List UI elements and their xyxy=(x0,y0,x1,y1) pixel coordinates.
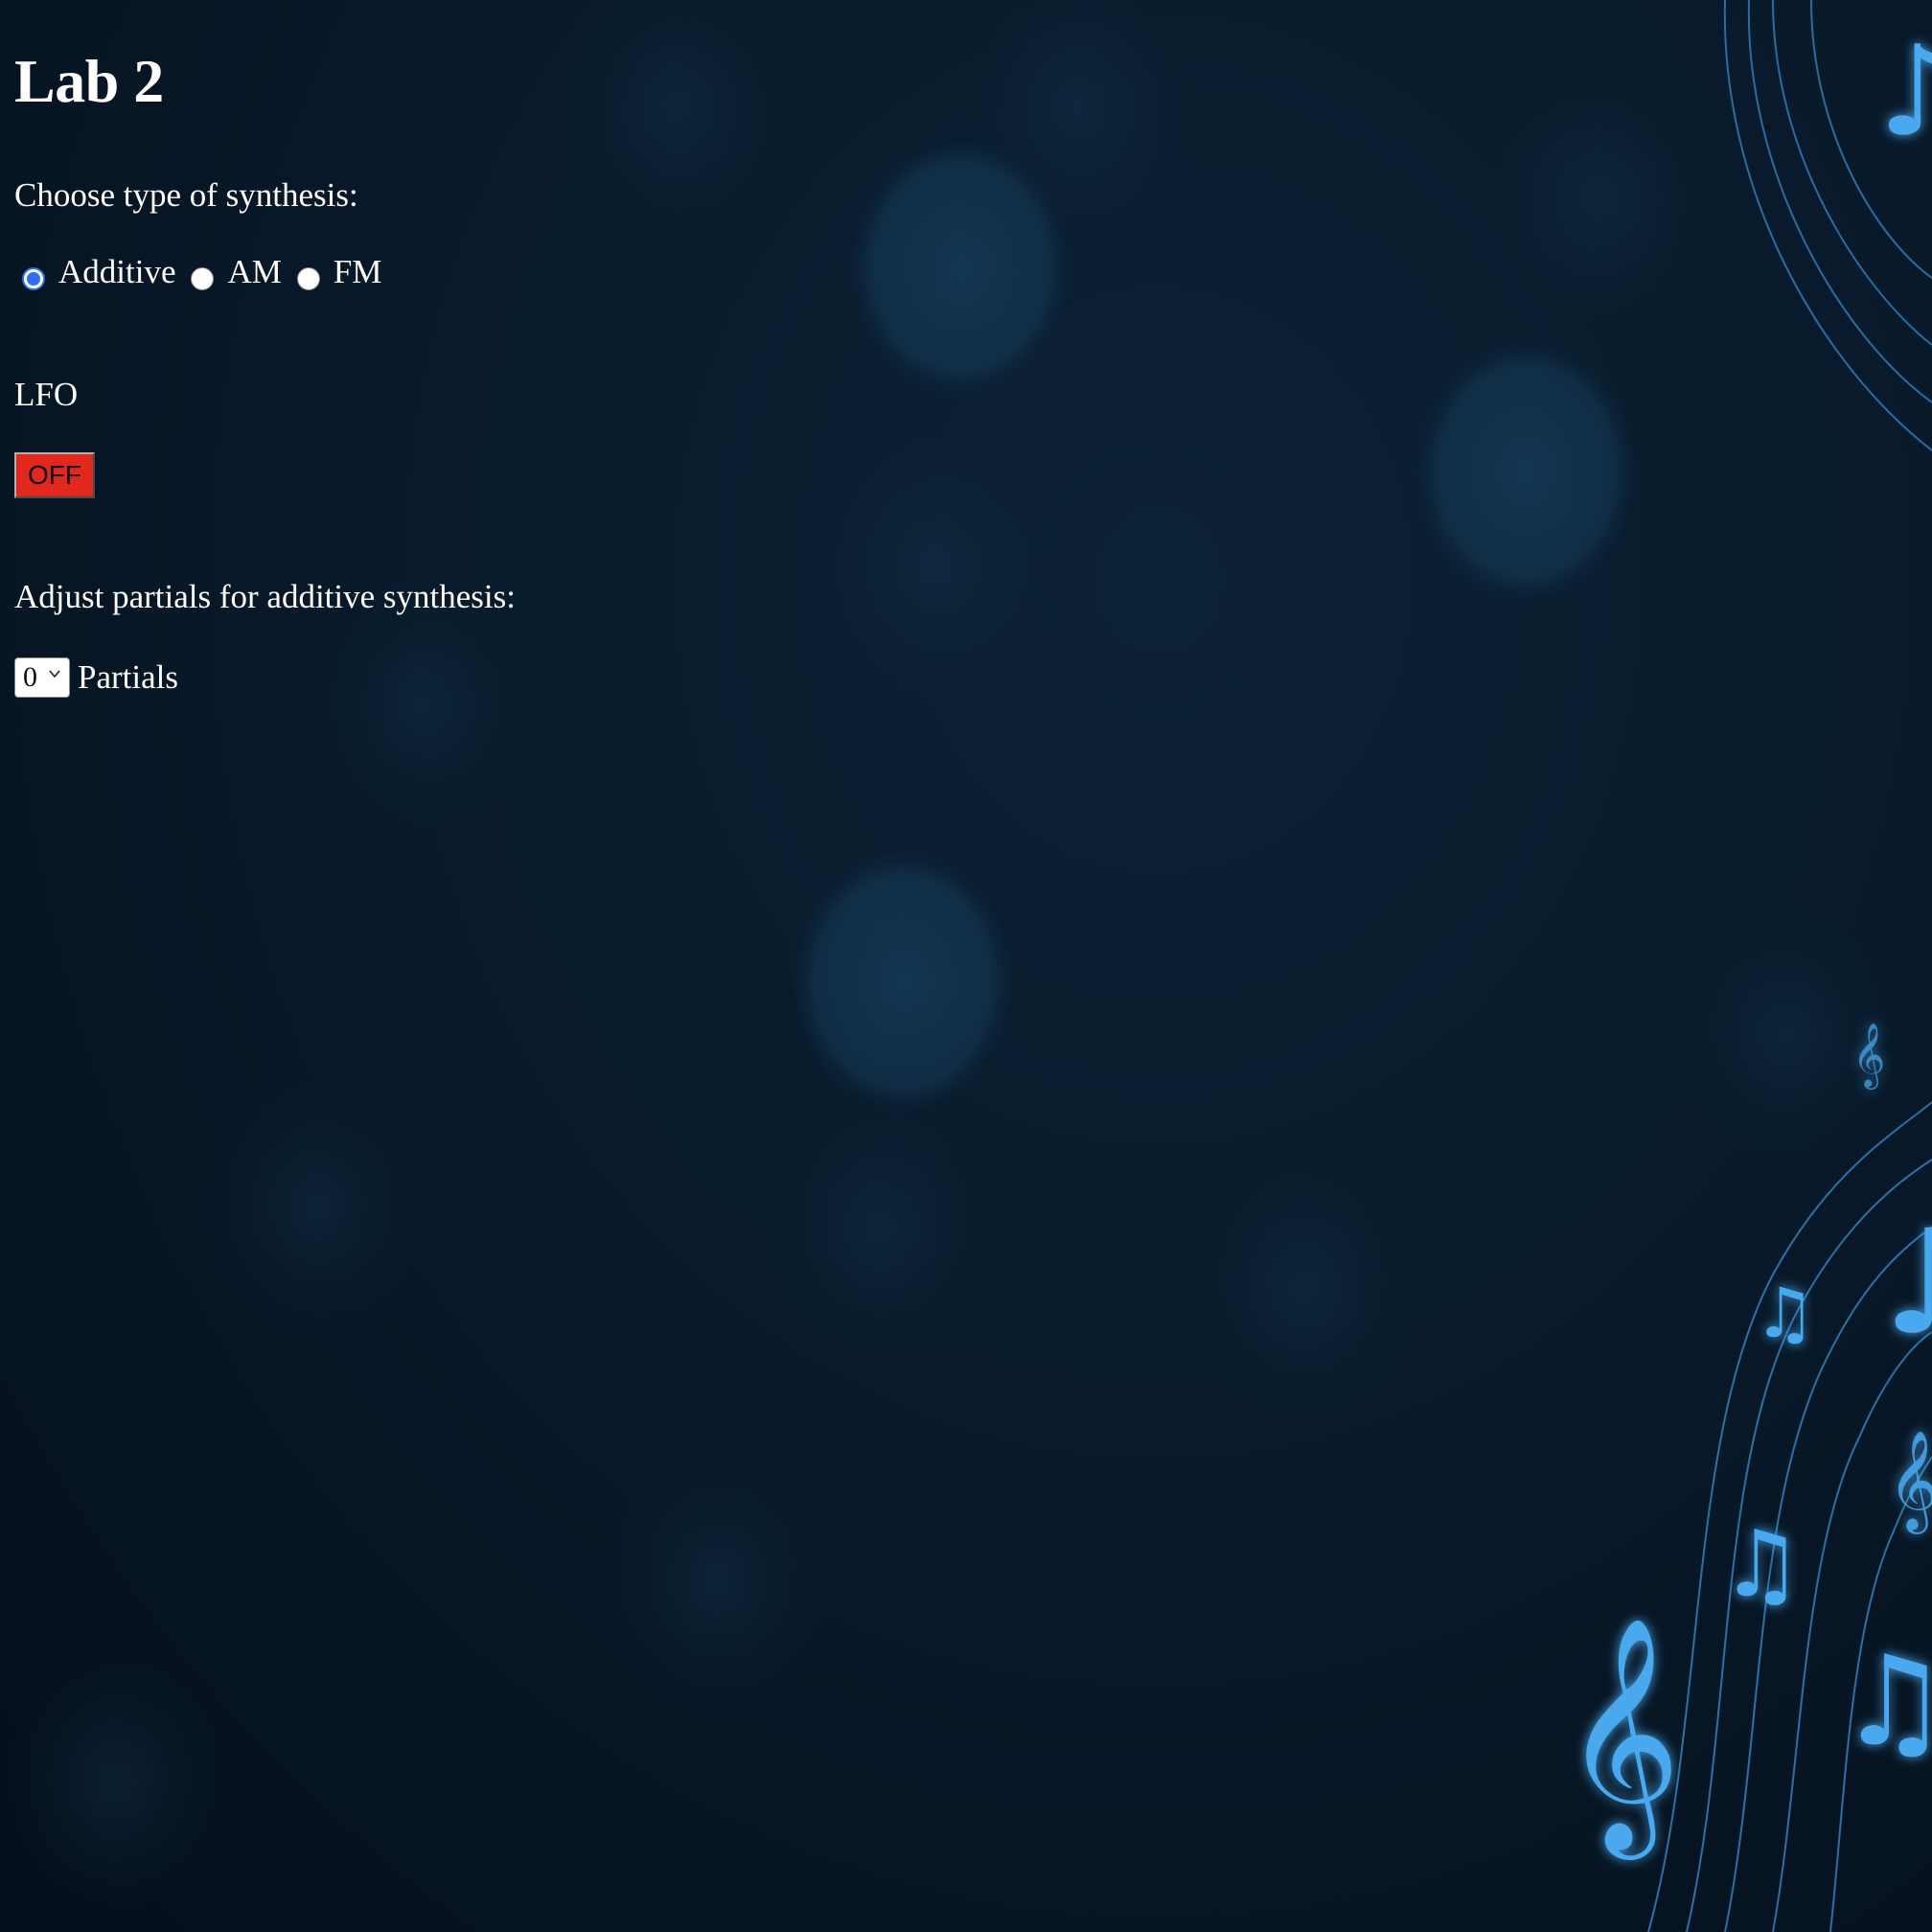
synthesis-prompt: Choose type of synthesis: xyxy=(14,176,358,214)
radio-fm[interactable]: FM xyxy=(296,253,382,291)
beamed-notes-icon: ♫ xyxy=(1838,1628,1932,1774)
beamed-notes-icon: ♫ xyxy=(1720,1510,1803,1618)
synthesis-radio-group: Additive AM FM xyxy=(22,253,397,291)
partials-label: Partials xyxy=(78,658,178,696)
radio-additive-label: Additive xyxy=(58,253,176,290)
partials-prompt: Adjust partials for additive synthesis: xyxy=(14,578,516,615)
lfo-toggle-button[interactable]: OFF xyxy=(14,452,95,498)
page-title: Lab 2 xyxy=(14,47,164,115)
eighth-note-icon: ♪ xyxy=(1878,18,1932,164)
radio-additive-button[interactable] xyxy=(22,267,45,290)
music-notes: 𝄞 𝄞 𝄞 ♫ ♫ ♫ ♪ ♪ xyxy=(1562,18,1932,1860)
partials-select[interactable]: 0 xyxy=(14,657,70,698)
lfo-label: LFO xyxy=(14,376,79,413)
eighth-note-icon: ♪ xyxy=(1883,1200,1932,1367)
radio-am-button[interactable] xyxy=(191,267,215,290)
chevron-down-icon xyxy=(49,670,60,678)
beamed-notes-icon: ♫ xyxy=(1754,1273,1816,1353)
staff-lines-bottom xyxy=(1647,1101,1932,1932)
radio-am[interactable]: AM xyxy=(191,253,282,291)
treble-clef-icon: 𝄞 xyxy=(1888,1430,1932,1534)
treble-clef-icon: 𝄞 xyxy=(1562,1615,1681,1860)
treble-clef-icon: 𝄞 xyxy=(1852,1022,1885,1090)
radio-fm-button[interactable] xyxy=(296,267,320,290)
staff-lines-top xyxy=(1723,0,1932,451)
radio-fm-label: FM xyxy=(333,253,382,290)
partials-select-value: 0 xyxy=(23,661,37,693)
radio-additive[interactable]: Additive xyxy=(22,253,175,291)
partials-row: 0 Partials xyxy=(14,657,178,698)
radio-am-label: AM xyxy=(227,253,282,290)
